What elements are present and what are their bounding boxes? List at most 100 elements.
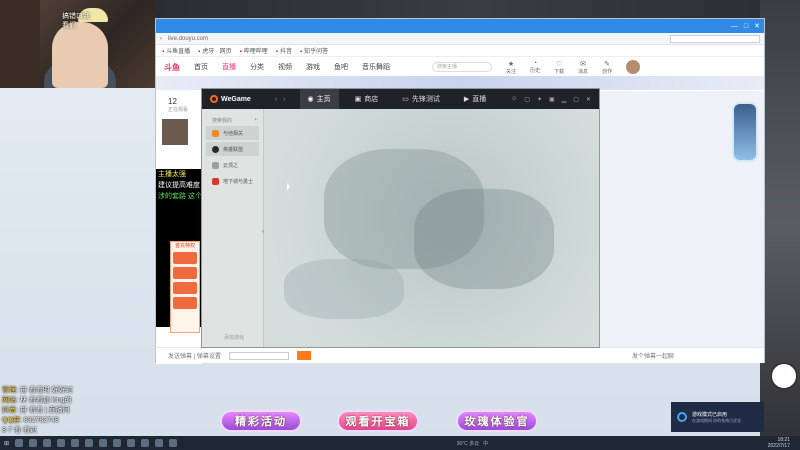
overlay-label: 网站 <box>2 397 16 404</box>
bookmarks-bar: 斗鱼直播 虎牙 · 网页 哔哩哔哩 抖音 知乎问答 <box>156 45 764 57</box>
nav-item-live[interactable]: 直播 <box>222 62 236 72</box>
sidebar-item-tft[interactable]: 云顶之 <box>206 158 259 172</box>
app-icon[interactable] <box>113 439 122 447</box>
sidebar-item-label: 英雄联盟 <box>223 146 244 153</box>
maximize-button[interactable]: □ <box>744 23 748 30</box>
app-icon[interactable] <box>127 439 136 447</box>
site-search-input[interactable]: 搜索主播 <box>432 62 492 72</box>
windows-start-icon[interactable]: ⊞ <box>4 440 9 447</box>
nav-item-home[interactable]: 首页 <box>194 62 208 72</box>
search-icon[interactable] <box>15 439 24 447</box>
event-button-activity[interactable]: 精彩活动 <box>220 410 302 432</box>
avatar[interactable] <box>626 60 641 74</box>
tab-label: 先锋测试 <box>411 96 440 103</box>
app-icon[interactable] <box>43 439 52 447</box>
tool-create[interactable]: ✎ 创作 <box>602 60 612 75</box>
game-icon <box>212 145 219 153</box>
wegame-main-art <box>264 109 599 347</box>
sidebar-item-related[interactable]: 与他相关 <box>206 126 259 140</box>
app-icon[interactable] <box>85 439 94 447</box>
test-icon: ▭ <box>402 96 409 103</box>
bookmark-item[interactable]: 抖音 <box>276 46 292 55</box>
add-game-link[interactable]: 添加游戏 <box>224 334 244 341</box>
maximize-icon[interactable]: ▢ <box>573 96 579 103</box>
gift-row[interactable] <box>173 282 197 294</box>
play-icon: ▶ <box>463 96 470 103</box>
overlay-text: 832782748 <box>23 417 59 424</box>
system-notification[interactable]: 游戏模式已启用 在游戏期间 你的系统已优化 <box>671 402 764 432</box>
bookmark-item[interactable]: 虎牙 · 网页 <box>198 46 231 55</box>
tool-message[interactable]: ✉ 消息 <box>578 60 588 75</box>
sidebar-item-dnf[interactable]: 地下城与勇士 <box>206 174 259 188</box>
art-shape <box>284 259 404 319</box>
back-icon[interactable]: ‹ <box>160 36 162 42</box>
gift-row[interactable] <box>173 252 197 264</box>
app-icon[interactable] <box>141 439 150 447</box>
sidebar-header: 搜索我的 + <box>202 109 263 124</box>
app-icon[interactable] <box>169 439 178 447</box>
nav-item-music[interactable]: 音乐舞蹈 <box>362 62 390 72</box>
art-shape <box>414 189 554 289</box>
nav-item-game[interactable]: 游戏 <box>306 62 320 72</box>
tool-download[interactable]: ♡ 下载 <box>554 60 564 75</box>
panda-mascot <box>770 362 798 390</box>
nav-item-category[interactable]: 分类 <box>250 62 264 72</box>
event-button-treasure[interactable]: 观看开宝箱 <box>337 410 419 432</box>
overlay-text: 8-7 看 看过 <box>2 427 38 434</box>
overlay-text: 林 看看加 king的 <box>19 397 72 404</box>
bookmark-item[interactable]: 哔哩哔哩 <box>240 46 268 55</box>
gift-icon[interactable]: ✦ <box>537 96 542 103</box>
nav-item-video[interactable]: 视频 <box>278 62 292 72</box>
system-clock[interactable]: 18:21 2022/7/17 <box>768 437 800 449</box>
menu-icon[interactable]: ▣ <box>549 96 555 103</box>
close-icon[interactable]: ✕ <box>586 96 591 103</box>
danmaku-input[interactable] <box>228 351 289 360</box>
nav-item-fishbar[interactable]: 鱼吧 <box>334 62 348 72</box>
wegame-window: WeGame ‹› ◉ 主页 ▣ 商店 ▭ 先锋测试 ▶ 直播 ☺ ▢ ✦ ▣ ▁ ▢ … <box>201 88 600 348</box>
user-icon[interactable]: ☺ <box>511 96 517 103</box>
wegame-logo[interactable]: WeGame <box>210 95 251 103</box>
event-button-rose[interactable]: 玫瑰体验官 <box>456 410 538 432</box>
bookmark-item[interactable]: 斗鱼直播 <box>162 46 190 55</box>
app-icon[interactable] <box>155 439 164 447</box>
plus-icon[interactable]: + <box>254 117 257 124</box>
gift-row[interactable] <box>173 267 197 279</box>
wegame-tab-home[interactable]: ◉ 主页 <box>299 89 339 109</box>
bookmark-item[interactable]: 知乎问答 <box>300 46 328 55</box>
input-language[interactable]: 中 <box>483 440 488 447</box>
webcam-overlay-text: 搞错口我 看们 <box>62 12 90 30</box>
library-icon[interactable]: ▢ <box>524 96 530 103</box>
app-icon[interactable] <box>71 439 80 447</box>
wegame-tab-live[interactable]: ▶ 直播 <box>456 89 494 109</box>
gift-row[interactable] <box>173 297 197 309</box>
close-button[interactable]: ✕ <box>754 22 760 30</box>
weather-widget[interactable]: 36°C 多云 <box>457 440 480 447</box>
overlay-label: 管理 <box>2 387 16 394</box>
url-field[interactable]: live.douyu.com <box>168 36 664 42</box>
wegame-tab-test[interactable]: ▭ 先锋测试 <box>394 89 448 109</box>
overlay-line: 管理: 排 看看时 好好过 <box>2 387 73 394</box>
danmaku-settings[interactable]: 发送弹幕 | 弹幕设置 <box>168 351 221 360</box>
tool-follow[interactable]: ★ 关注 <box>506 60 516 75</box>
sidebar-search[interactable]: 搜索我的 <box>212 117 232 124</box>
taskview-icon[interactable] <box>29 439 38 447</box>
gift-panel[interactable]: 首充特权 <box>170 241 200 333</box>
app-icon[interactable] <box>57 439 66 447</box>
minimize-icon[interactable]: ▁ <box>562 96 567 103</box>
sidebar-item-lol[interactable]: 英雄联盟 <box>206 142 259 156</box>
star-icon: ★ <box>507 60 515 68</box>
minimize-button[interactable]: — <box>731 23 738 30</box>
site-logo[interactable]: 斗鱼 <box>164 62 180 73</box>
send-button[interactable] <box>296 351 311 360</box>
tool-history[interactable]: ◔ 历史 <box>530 60 540 74</box>
wegame-nav-arrows[interactable]: ‹› <box>275 96 292 103</box>
wegame-tab-store[interactable]: ▣ 商店 <box>347 89 387 109</box>
browser-search-input[interactable] <box>670 34 760 43</box>
mail-icon: ✉ <box>580 60 586 68</box>
notification-title: 游戏模式已启用 <box>692 411 728 418</box>
stream-footer: 发送弹幕 | 弹幕设置 发个弹幕一起聊 <box>156 347 764 363</box>
webcam-shelf <box>0 0 40 88</box>
streamer-thumbnail[interactable] <box>162 119 188 145</box>
app-icon[interactable] <box>99 439 108 447</box>
sidebar-item-label: 地下城与勇士 <box>223 178 254 185</box>
